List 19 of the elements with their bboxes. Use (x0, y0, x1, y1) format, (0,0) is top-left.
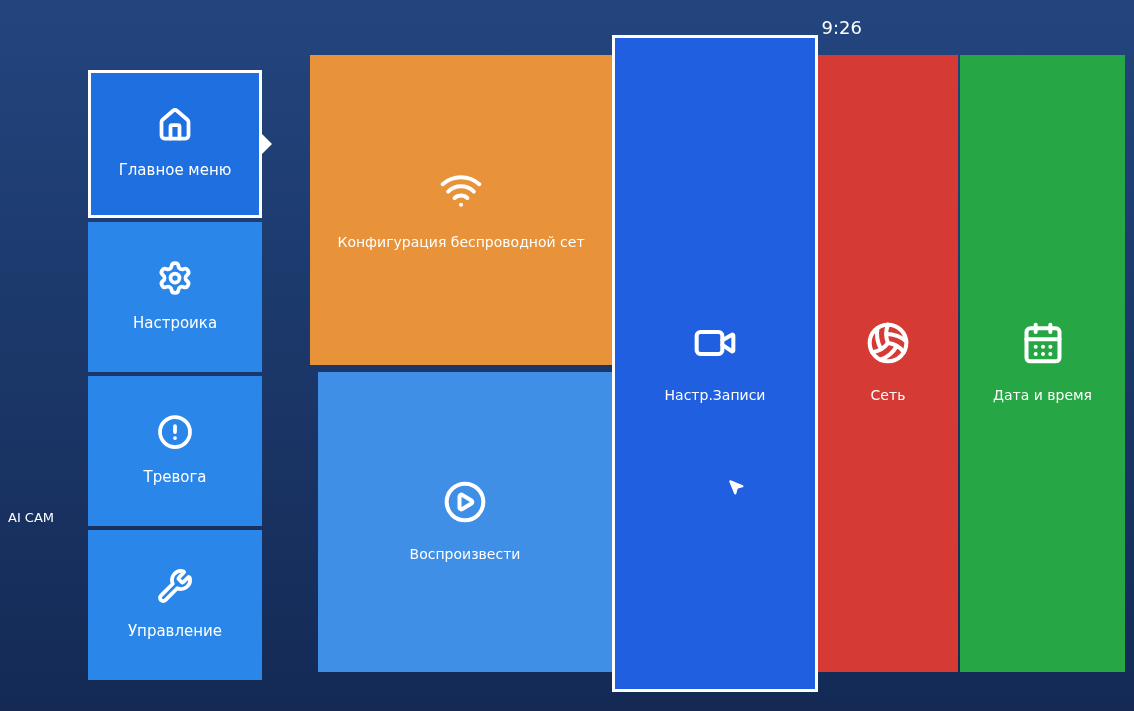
wrench-icon (157, 567, 193, 604)
menu-tile[interactable]: Сеть (818, 55, 958, 672)
menu-tile[interactable]: Конфигурация беспроводной сет (310, 55, 612, 365)
sidebar-item[interactable]: Настроика (88, 222, 262, 372)
cursor-icon (727, 478, 745, 496)
sidebar-item[interactable]: Тревога (88, 376, 262, 526)
clock-text: 9:26 (821, 16, 862, 40)
play-icon (443, 479, 487, 524)
gear-icon (157, 259, 193, 296)
ball-icon (866, 321, 910, 365)
pointer-icon (262, 134, 272, 154)
sidebar-item[interactable]: Управление (88, 530, 262, 680)
menu-tile[interactable]: Настр.Записи (612, 35, 818, 692)
alert-icon (157, 413, 193, 450)
house-icon (157, 106, 193, 143)
menu-tile[interactable]: Воспроизвести (318, 372, 612, 672)
sidebar-item[interactable]: Главное меню (88, 70, 262, 218)
camera-label: AI CAM (8, 508, 55, 527)
menu-tile[interactable]: Дата и время (960, 55, 1125, 672)
